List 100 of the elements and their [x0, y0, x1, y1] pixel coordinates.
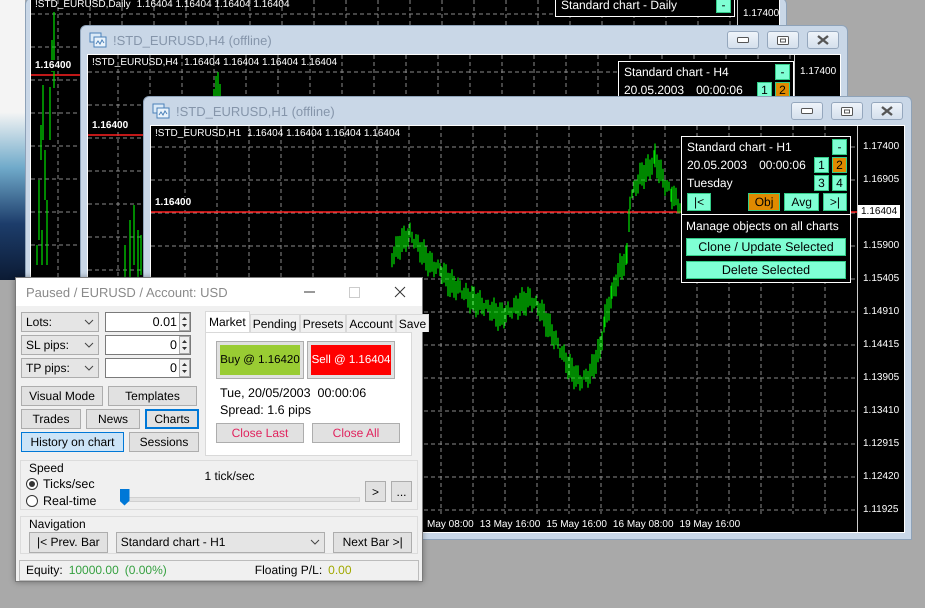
chart-number-button[interactable]: 3 [814, 175, 829, 191]
price-axis-label: 1.11925 [863, 504, 898, 516]
parameter-dropdown[interactable]: SL pips: [21, 335, 99, 355]
spinner-arrows-icon[interactable] [179, 336, 190, 354]
window-title: !STD_EURUSD,H1 (offline) [176, 104, 336, 118]
radio-button[interactable] [26, 478, 38, 490]
chart-nav-button[interactable]: >| [822, 193, 847, 211]
time-axis-label: 15 May 16:00 [546, 518, 607, 530]
chart-nav-button[interactable]: Obj [748, 193, 780, 211]
close-icon [881, 106, 893, 116]
chart-time: 00:00:06 [696, 83, 743, 97]
speed-slider[interactable] [120, 488, 360, 506]
radio-label[interactable]: Real-time [43, 494, 96, 508]
chart-name: Standard chart - H4 [624, 65, 730, 79]
tab[interactable]: Account [346, 314, 396, 332]
chart-ohlc: 1.16404 1.16404 1.16404 1.16404 [184, 57, 338, 68]
chart-name: Standard chart - Daily [561, 0, 678, 12]
line-price-label: 1.16400 [155, 197, 192, 208]
panel-button[interactable]: Trades [21, 409, 81, 429]
parameter-dropdown[interactable]: TP pips: [21, 358, 99, 378]
panel-button[interactable]: Visual Mode [21, 386, 103, 406]
buy-button[interactable]: Buy @ 1.16420 [216, 341, 304, 379]
spinner-arrows-icon[interactable] [179, 313, 190, 331]
price-axis-label: 1.12915 [863, 438, 900, 450]
manage-objects-label: Manage objects on all charts [686, 219, 840, 233]
price-axis-label: 1.16905 [863, 174, 900, 186]
price-axis-label: 1.13905 [863, 372, 900, 384]
window-title: !STD_EURUSD,H4 (offline) [113, 32, 273, 48]
time-axis-label: 13 May 16:00 [480, 518, 540, 530]
group-title: Navigation [29, 516, 86, 531]
chart-number-button[interactable]: 2 [832, 157, 847, 173]
parameter-dropdown[interactable]: Lots: [21, 312, 99, 332]
maximize-icon [777, 36, 789, 44]
chart-nav-button[interactable]: Avg [784, 193, 819, 211]
panel-button[interactable]: Charts [145, 409, 199, 429]
panel-button[interactable]: News [86, 409, 140, 429]
panel-button[interactable]: Sessions [129, 432, 199, 452]
price-axis-label: 1.14910 [863, 306, 900, 318]
collapse-button[interactable]: - [775, 64, 790, 80]
maximize-button[interactable] [831, 102, 863, 120]
close-button[interactable] [871, 102, 903, 120]
chart-date: 20.05.2003 [687, 158, 748, 172]
collapse-button[interactable]: - [716, 0, 731, 13]
chart-date: 20.05.2003 [624, 83, 684, 97]
maximize-button[interactable] [767, 31, 799, 49]
equity-change: (0.00%) [124, 563, 167, 578]
price-axis-label: 1.14415 [863, 339, 900, 351]
tab[interactable]: Presets [300, 314, 346, 332]
number-field[interactable]: 0.01 [105, 312, 191, 332]
radio-button[interactable] [26, 495, 38, 507]
time-axis-label: 19 May 16:00 [680, 518, 740, 530]
price-axis-label: 1.17400 [863, 141, 900, 153]
radio-label[interactable]: Ticks/sec [43, 477, 95, 491]
object-action-button[interactable]: Clone / Update Selected [686, 238, 846, 256]
tab[interactable]: Market [205, 311, 250, 332]
close-trade-button[interactable]: Close Last [216, 423, 304, 443]
chevron-down-icon [310, 539, 320, 546]
chart-window-icon [152, 103, 170, 119]
floating-pl-label: Floating P/L: [254, 563, 322, 578]
chart-name: Standard chart - H1 [687, 140, 793, 154]
panel-button[interactable]: History on chart [21, 432, 124, 452]
slider-thumb[interactable] [120, 488, 130, 506]
minimize-button[interactable] [791, 102, 823, 120]
price-axis-label: 1.17400 [743, 8, 779, 20]
close-button[interactable] [807, 31, 839, 49]
chart-ohlc: 1.16404 1.16404 1.16404 1.16404 [136, 0, 290, 10]
chart-number-button[interactable]: 1 [814, 157, 829, 173]
minimize-icon[interactable] [304, 291, 315, 293]
close-icon[interactable] [394, 286, 406, 298]
chart-dropdown[interactable]: Standard chart - H1 [116, 532, 326, 553]
price-axis-label: 1.12420 [863, 471, 900, 483]
next-bar-button[interactable]: Next Bar >| [333, 532, 412, 553]
close-icon [817, 35, 829, 45]
chart-symbol: !STD_EURUSD,H4 [92, 57, 178, 68]
chart-time: 00:00:06 [759, 158, 806, 172]
prev-bar-button[interactable]: |< Prev. Bar [29, 532, 108, 553]
tab[interactable]: Pending [250, 314, 300, 332]
panel-button[interactable]: Templates [108, 386, 197, 406]
collapse-button[interactable]: - [832, 139, 847, 155]
number-field[interactable]: 0 [105, 335, 191, 355]
price-axis-label: 1.15405 [863, 273, 900, 285]
chart-nav-button[interactable]: |< [687, 193, 712, 211]
chart-ohlc: 1.16404 1.16404 1.16404 1.16404 [247, 128, 400, 139]
speed-reading: 1 tick/sec [204, 468, 254, 482]
price-axis-label: 1.17400 [800, 66, 836, 78]
time-axis-label: May 08:00 [427, 518, 474, 530]
sell-button[interactable]: Sell @ 1.16404 [307, 341, 395, 379]
tab[interactable]: Save [396, 314, 430, 332]
spinner-arrows-icon[interactable] [179, 359, 190, 377]
chart-number-button[interactable]: 4 [832, 175, 847, 191]
speed-button[interactable]: > [365, 481, 386, 502]
minimize-button[interactable] [727, 31, 759, 49]
group-title: Speed [29, 461, 64, 475]
object-action-button[interactable]: Delete Selected [686, 261, 846, 279]
line-price-label: 1.16400 [92, 120, 128, 131]
chart-symbol: !STD_EURUSD,H1 [155, 128, 242, 139]
close-trade-button[interactable]: Close All [312, 423, 400, 443]
speed-button[interactable]: ... [391, 481, 412, 502]
current-price-label: 1.16404 [858, 205, 900, 218]
number-field[interactable]: 0 [105, 358, 191, 378]
